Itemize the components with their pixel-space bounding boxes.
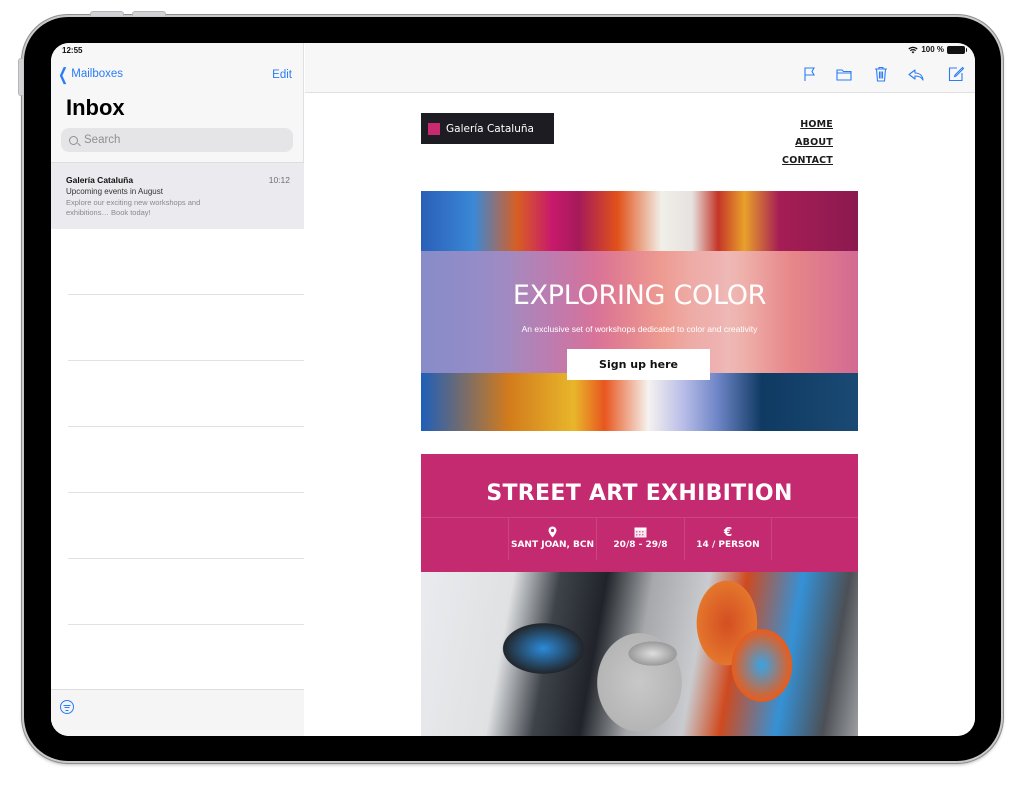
price-text: 14 / PERSON <box>696 540 760 550</box>
exhibition-dates: 20/8 - 29/8 <box>596 518 684 560</box>
wifi-icon <box>908 46 918 53</box>
hero-subtitle: An exclusive set of workshops dedicated … <box>521 324 758 334</box>
move-to-folder-button[interactable] <box>835 65 853 83</box>
message-list: Galería Cataluña 10:12 Upcoming events i… <box>51 162 304 689</box>
calendar-icon <box>597 526 684 538</box>
search-input[interactable]: Search <box>61 128 293 152</box>
empty-row <box>68 427 304 493</box>
dates-text: 20/8 - 29/8 <box>613 540 668 550</box>
page-title: Inbox <box>66 95 125 120</box>
status-indicators: 100 % <box>908 45 967 54</box>
brand-logo[interactable]: Galería Cataluña <box>421 113 554 144</box>
compose-button[interactable] <box>947 65 965 83</box>
search-icon <box>69 135 78 145</box>
exhibition-location: SANT JOAN, BCN <box>508 518 596 560</box>
battery-percentage: 100 % <box>921 45 944 54</box>
empty-row <box>68 295 304 361</box>
message-content: Galería Cataluña HOME ABOUT CONTACT EXPL… <box>305 94 975 736</box>
newsletter-nav: HOME ABOUT CONTACT <box>782 116 833 170</box>
empty-row <box>68 493 304 559</box>
location-pin-icon <box>509 526 596 538</box>
compose-icon <box>948 66 965 82</box>
status-time: 12:55 <box>62 46 83 55</box>
brand-square-icon <box>428 122 440 135</box>
message-preview: Explore our exciting new workshops and e… <box>66 198 201 217</box>
message-toolbar <box>305 43 975 93</box>
trash-icon <box>875 66 887 82</box>
hero-painting-image <box>421 373 858 431</box>
reply-icon <box>908 69 924 81</box>
sign-up-button[interactable]: Sign up here <box>567 349 710 380</box>
brand-name: Galería Cataluña <box>446 122 534 135</box>
location-text: SANT JOAN, BCN <box>510 540 595 550</box>
screen: 12:55 100 % ❮ Mailboxes Edit Inbox Searc… <box>51 43 975 736</box>
chevron-left-icon: ❮ <box>58 64 69 84</box>
hero-banner: EXPLORING COLOR An exclusive set of work… <box>421 191 858 431</box>
volume-down-button <box>132 11 166 16</box>
message-time: 10:12 <box>268 175 290 185</box>
street-art-image <box>421 572 858 736</box>
reply-button[interactable] <box>907 65 925 83</box>
flag-button[interactable] <box>801 65 819 83</box>
nav-link-home[interactable]: HOME <box>782 116 833 134</box>
battery-icon <box>947 45 967 54</box>
exhibition-title: STREET ART EXHIBITION <box>486 481 793 506</box>
empty-row <box>68 361 304 427</box>
side-button <box>18 58 23 96</box>
empty-row <box>68 559 304 625</box>
folder-icon <box>836 69 852 81</box>
exhibition-price: € 14 / PERSON <box>684 518 772 560</box>
mailboxes-back-button[interactable]: ❮ Mailboxes <box>56 64 124 84</box>
nav-link-contact[interactable]: CONTACT <box>782 152 833 170</box>
volume-up-button <box>90 11 124 16</box>
back-label: Mailboxes <box>71 68 124 80</box>
flag-icon <box>804 67 815 81</box>
exhibition-section: STREET ART EXHIBITION SANT JOAN, BCN 20/… <box>421 454 858 572</box>
exhibition-details: SANT JOAN, BCN 20/8 - 29/8 € 14 / PERSON <box>421 517 858 560</box>
empty-row <box>68 229 304 295</box>
search-placeholder: Search <box>84 134 121 146</box>
filter-icon[interactable] <box>60 700 74 714</box>
trash-button[interactable] <box>872 65 890 83</box>
sidebar-footer <box>51 689 304 736</box>
message-subject: Upcoming events in August <box>66 187 163 196</box>
mail-sidebar: ❮ Mailboxes Edit Inbox Search Galería Ca… <box>51 43 304 736</box>
hero-title: EXPLORING COLOR <box>512 280 767 311</box>
message-sender: Galería Cataluña <box>66 175 134 185</box>
euro-icon: € <box>723 525 733 539</box>
message-list-item[interactable]: Galería Cataluña 10:12 Upcoming events i… <box>51 163 304 229</box>
edit-button[interactable]: Edit <box>272 69 292 81</box>
nav-link-about[interactable]: ABOUT <box>782 134 833 152</box>
